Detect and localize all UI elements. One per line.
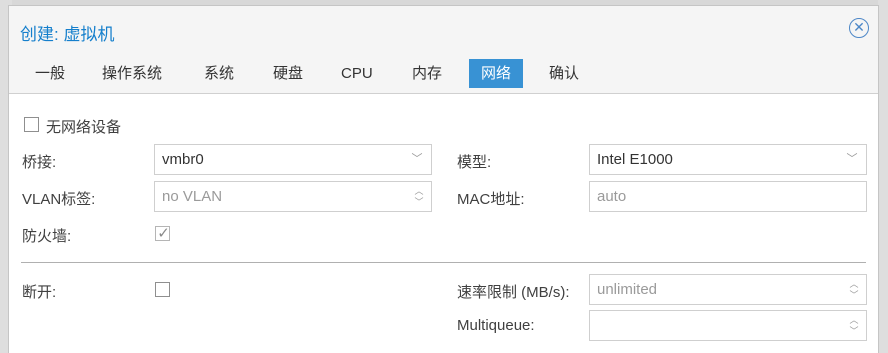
spin-up-icon[interactable]: ︿ <box>848 279 860 290</box>
wizard-tabs: 一般 操作系统 系统 硬盘 CPU 内存 网络 确认 <box>9 59 878 93</box>
tab-memory[interactable]: 内存 <box>400 59 454 88</box>
spin-up-icon[interactable]: ︿ <box>413 186 425 197</box>
create-vm-dialog: 创建: 虚拟机 ✕ 一般 操作系统 系统 硬盘 CPU 内存 网络 确认 无网络… <box>8 5 879 353</box>
model-select[interactable]: Intel E1000 ﹀ <box>589 144 867 175</box>
spin-up-icon[interactable]: ︿ <box>848 315 860 326</box>
rate-limit-input[interactable]: unlimited ︿ ﹀ <box>589 274 867 305</box>
disconnect-label: 断开: <box>22 284 57 301</box>
tab-cpu[interactable]: CPU <box>329 59 385 88</box>
checkmark-icon: ✓ <box>157 225 170 242</box>
mac-address-label: MAC地址: <box>457 191 525 208</box>
no-network-device-label: 无网络设备 <box>46 119 122 136</box>
vlan-spinner[interactable]: ︿ ﹀ <box>413 186 425 208</box>
close-icon[interactable]: ✕ <box>849 18 869 38</box>
firewall-label: 防火墙: <box>22 228 72 245</box>
dialog-title: 创建: 虚拟机 <box>20 25 115 44</box>
vlan-tag-input[interactable]: no VLAN ︿ ﹀ <box>154 181 432 212</box>
chevron-down-icon[interactable]: ﹀ <box>838 145 866 174</box>
chevron-down-icon[interactable]: ﹀ <box>403 145 431 174</box>
no-network-device-checkbox[interactable] <box>24 117 39 132</box>
firewall-checkbox[interactable]: ✓ <box>155 225 170 242</box>
rate-limit-label: 速率限制 (MB/s): <box>457 284 570 301</box>
vlan-tag-label: VLAN标签: <box>22 191 96 208</box>
mac-address-input[interactable]: auto <box>589 181 867 212</box>
model-value: Intel E1000 <box>597 151 673 168</box>
tab-confirm[interactable]: 确认 <box>537 59 591 88</box>
tab-system[interactable]: 系统 <box>192 59 246 88</box>
tab-network[interactable]: 网络 <box>469 59 524 88</box>
network-panel: 无网络设备 桥接: vmbr0 ﹀ 模型: Intel E1000 ﹀ VLAN… <box>9 93 878 353</box>
multiqueue-spinner[interactable]: ︿ ﹀ <box>848 315 860 337</box>
disconnect-checkbox[interactable] <box>155 282 170 297</box>
bridge-select[interactable]: vmbr0 ﹀ <box>154 144 432 175</box>
spin-down-icon[interactable]: ﹀ <box>848 326 860 337</box>
spin-down-icon[interactable]: ﹀ <box>413 197 425 208</box>
spin-down-icon[interactable]: ﹀ <box>848 290 860 301</box>
dialog-title-bar: 创建: 虚拟机 ✕ <box>9 6 878 52</box>
divider <box>21 262 866 263</box>
background-app-right <box>878 0 888 353</box>
mac-address-placeholder: auto <box>597 188 627 205</box>
tab-disk[interactable]: 硬盘 <box>261 59 315 88</box>
bridge-value: vmbr0 <box>162 151 204 168</box>
bridge-label: 桥接: <box>22 154 57 171</box>
vlan-tag-placeholder: no VLAN <box>162 188 223 205</box>
rate-limit-placeholder: unlimited <box>597 281 658 298</box>
multiqueue-label: Multiqueue: <box>457 317 535 334</box>
multiqueue-input[interactable]: ︿ ﹀ <box>589 310 867 341</box>
tab-os[interactable]: 操作系统 <box>90 59 174 88</box>
tab-general[interactable]: 一般 <box>23 59 77 88</box>
model-label: 模型: <box>457 154 492 171</box>
rate-limit-spinner[interactable]: ︿ ﹀ <box>848 279 860 301</box>
